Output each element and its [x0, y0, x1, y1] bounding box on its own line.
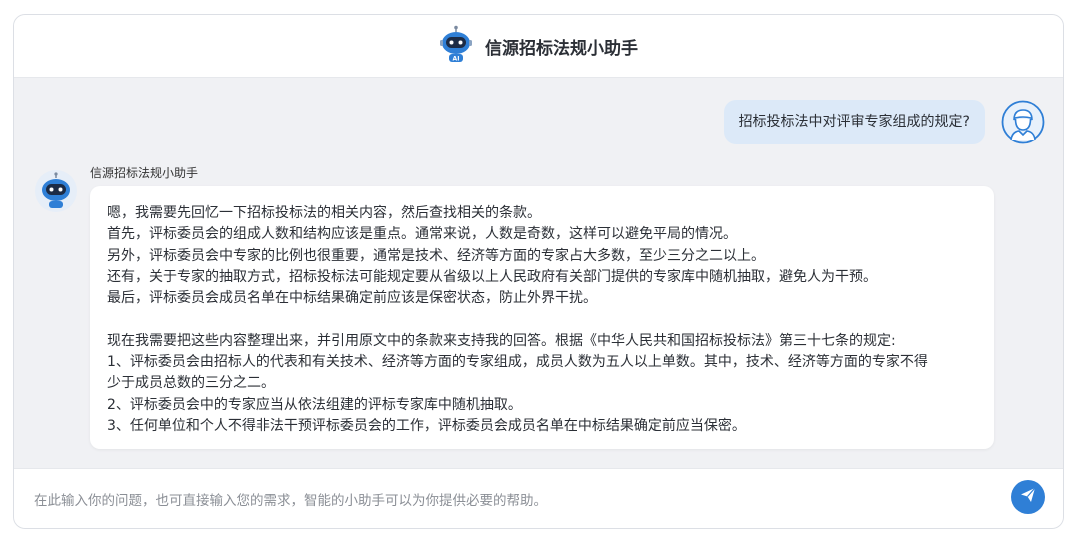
bot-name-label: 信源招标法规小助手	[90, 166, 199, 180]
bot-reply-line: 还有，关于专家的抽取方式，招标投标法可能规定要从省级以上人民政府有关部门提供的专…	[107, 268, 877, 285]
message-input-bar[interactable]: 在此输入你的问题，也可直接输入您的需求，智能的小助手可以为你提供必要的帮助。	[14, 468, 1063, 528]
user-message-bubble: 招标投标法中对评审专家组成的规定?	[723, 100, 985, 144]
bot-message-bubble: 嗯，我需要先回忆一下招标投标法的相关内容，然后查找相关的条款。 首先，评标委员会…	[90, 186, 994, 449]
bot-reply-line: 最后，评标委员会成员名单在中标结果确定前应该是保密状态，防止外界干扰。	[107, 290, 597, 307]
bot-reply-line: 3、任何单位和个人不得非法干预评标委员会的工作，评标委员会成员名单在中标结果确定…	[107, 417, 746, 434]
user-avatar-icon	[1001, 100, 1045, 144]
bot-reply-line: 首先，评标委员会的组成人数和结构应该是重点。通常来说，人数是奇数，这样可以避免平…	[107, 226, 737, 243]
robot-ai-icon: AI	[439, 25, 473, 67]
chat-window: AI 信源招标法规小助手 招标投标法中对评审专家组成的规定? 信源招标法规小助手…	[13, 14, 1064, 529]
bot-reply-line: 2、评标委员会中的专家应当从依法组建的评标专家库中随机抽取。	[107, 396, 522, 413]
bot-reply-line: 现在我需要把这些内容整理出来，并引用原文中的条款来支持我的回答。根据《中华人民共…	[107, 332, 896, 349]
bot-reply-line: 少于成员总数的三分之二。	[107, 375, 275, 392]
bot-reply-line: 另外，评标委员会中专家的比例也很重要，通常是技术、经济等方面的专家占大多数，至少…	[107, 247, 765, 264]
bot-reply-line: 1、评标委员会由招标人的代表和有关技术、经济等方面的专家组成，成员人数为五人以上…	[107, 354, 928, 371]
send-button[interactable]	[1011, 480, 1045, 514]
message-input[interactable]: 在此输入你的问题，也可直接输入您的需求，智能的小助手可以为你提供必要的帮助。	[34, 489, 547, 509]
send-paper-plane-icon	[1019, 486, 1037, 508]
svg-text:AI: AI	[453, 56, 460, 63]
message-list[interactable]: 招标投标法中对评审专家组成的规定? 信源招标法规小助手 嗯，我需要先回忆一下招标…	[14, 78, 1063, 468]
app-title: 信源招标法规小助手	[485, 38, 638, 59]
bot-reply-line: 嗯，我需要先回忆一下招标投标法的相关内容，然后查找相关的条款。	[107, 205, 541, 221]
chat-header: AI 信源招标法规小助手	[14, 15, 1063, 78]
robot-avatar-icon	[34, 169, 78, 213]
